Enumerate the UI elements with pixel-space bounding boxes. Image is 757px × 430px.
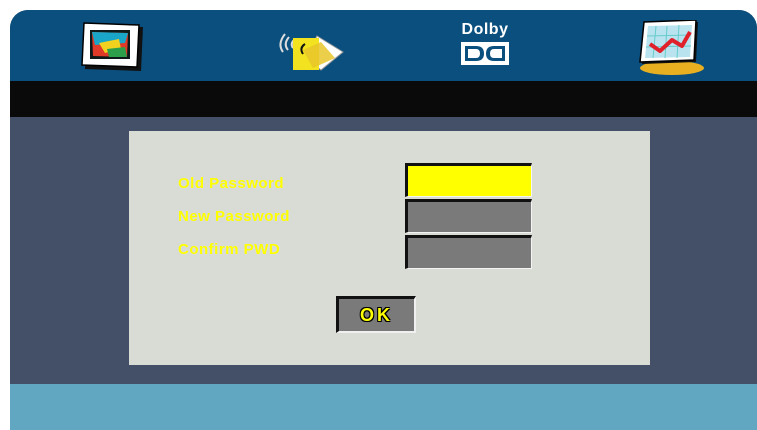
confirm-password-field[interactable] <box>405 235 532 269</box>
old-password-label: Old Password <box>178 175 285 192</box>
old-password-field[interactable] <box>405 163 532 197</box>
audio-settings-icon[interactable] <box>273 22 347 72</box>
help-bar <box>10 384 757 430</box>
dolby-label: Dolby <box>461 21 509 38</box>
ok-button[interactable]: OK <box>336 296 416 333</box>
new-password-field[interactable] <box>405 199 532 233</box>
submenu-bar <box>10 81 757 117</box>
setup-icon[interactable] <box>636 20 706 76</box>
menu-bar: Dolby <box>10 10 757 81</box>
dolby-double-d-icon <box>461 42 509 65</box>
ok-button-label: OK <box>360 304 393 325</box>
osd-frame: Dolby Old Password New Password Confirm … <box>10 10 757 430</box>
picture-settings-icon[interactable] <box>81 21 147 73</box>
confirm-password-label: Confirm PWD <box>178 241 281 258</box>
new-password-label: New Password <box>178 208 290 225</box>
change-password-dialog: Old Password New Password Confirm PWD OK <box>129 131 650 365</box>
dolby-icon[interactable]: Dolby <box>458 21 512 73</box>
